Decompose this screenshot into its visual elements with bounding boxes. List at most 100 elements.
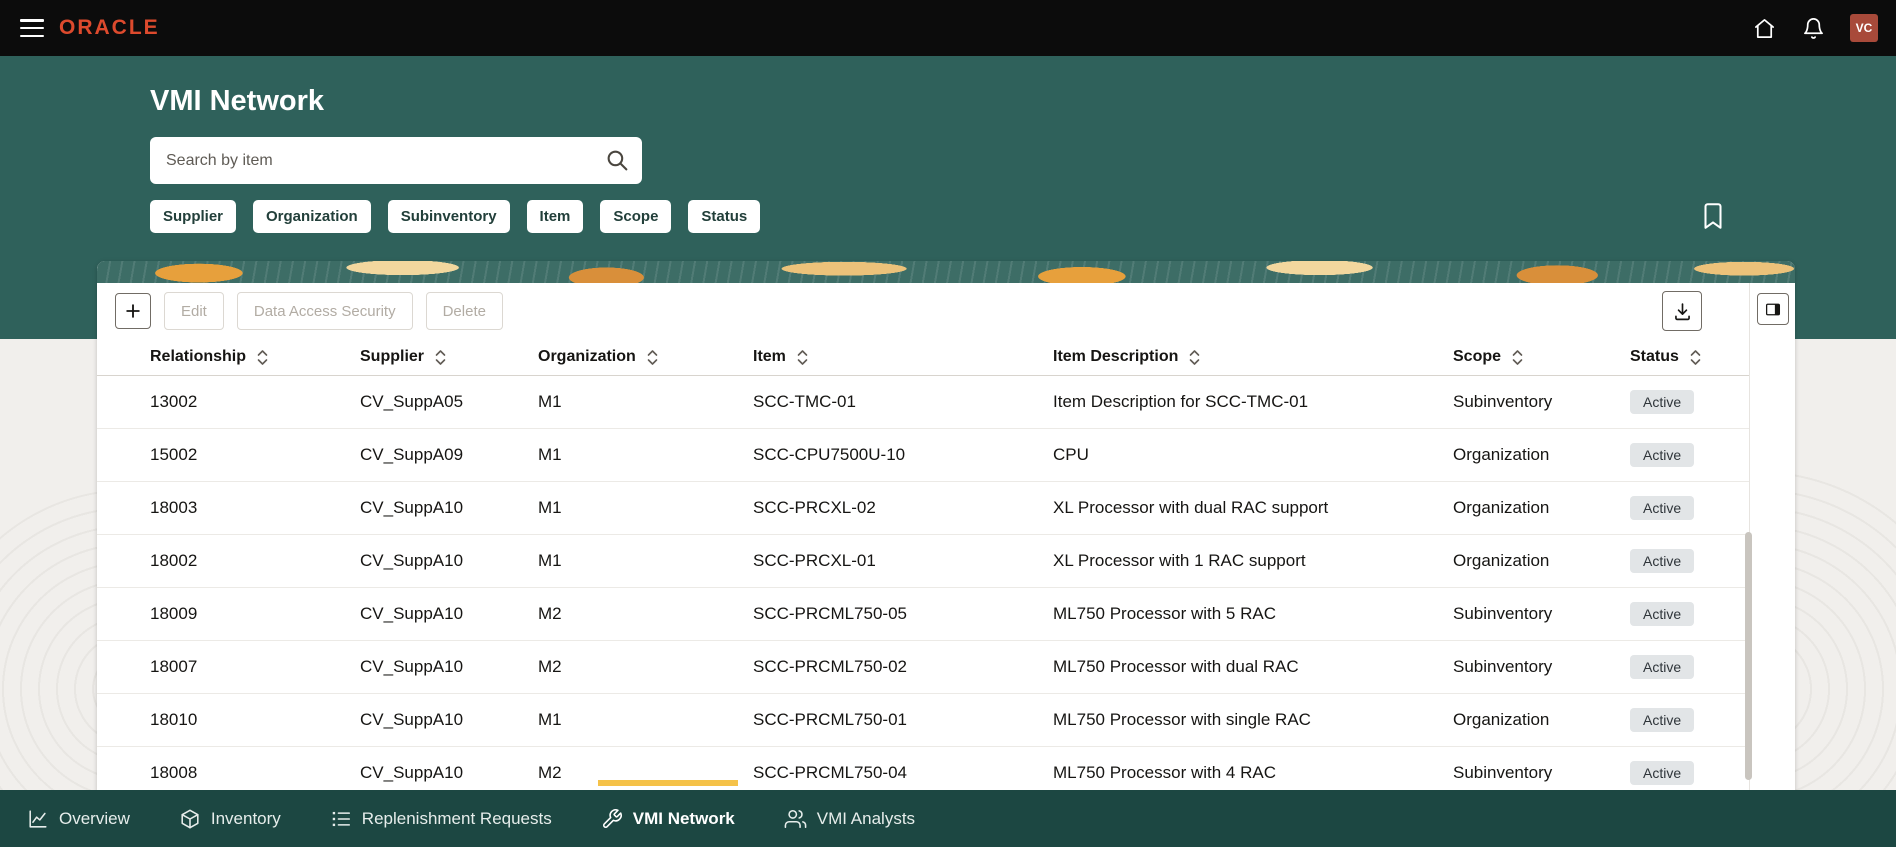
search-input[interactable] bbox=[150, 137, 642, 184]
cell-status: Active bbox=[1630, 390, 1750, 414]
column-label: Item bbox=[753, 348, 786, 365]
cell-description: XL Processor with 1 RAC support bbox=[1053, 551, 1306, 570]
filter-chip-item[interactable]: Item bbox=[526, 200, 584, 233]
sort-icon[interactable] bbox=[434, 349, 447, 366]
column-header-organization[interactable]: Organization bbox=[538, 348, 753, 366]
search-icon[interactable] bbox=[605, 148, 630, 173]
table-row[interactable]: 15002 CV_SuppA09 M1 SCC-CPU7500U-10 CPU Organ… bbox=[97, 429, 1750, 482]
table-row[interactable]: 13002 CV_SuppA05 M1 SCC-TMC-01 Item Descript… bbox=[97, 376, 1750, 429]
table-row[interactable]: 18009 CV_SuppA10 M2 SCC-PRCML750-05 ML750 Pr… bbox=[97, 588, 1750, 641]
cell-supplier: CV_SuppA09 bbox=[360, 445, 464, 464]
column-header-relationship[interactable]: Relationship bbox=[150, 348, 360, 366]
topbar: ORACLE VC bbox=[0, 0, 1896, 56]
cell-supplier: CV_SuppA10 bbox=[360, 604, 464, 623]
cell-scope: Subinventory bbox=[1453, 392, 1553, 411]
cell-description: ML750 Processor with single RAC bbox=[1053, 710, 1311, 729]
footer-nav: Overview Inventory Replenishment Requests V… bbox=[0, 780, 1896, 847]
column-header-status[interactable]: Status bbox=[1630, 348, 1750, 366]
cell-scope: Organization bbox=[1453, 710, 1550, 729]
toggle-panel-button[interactable] bbox=[1756, 293, 1789, 325]
tab-vmi-network[interactable]: VMI Network bbox=[597, 780, 738, 847]
cell-scope: Organization bbox=[1453, 551, 1550, 570]
cell-description: ML750 Processor with 5 RAC bbox=[1053, 604, 1276, 623]
delete-button[interactable]: Delete bbox=[425, 292, 503, 330]
cell-description: ML750 Processor with dual RAC bbox=[1053, 657, 1299, 676]
cell-item: SCC-CPU7500U-10 bbox=[753, 445, 906, 464]
oracle-logo: ORACLE bbox=[59, 16, 160, 39]
cell-scope: Subinventory bbox=[1453, 604, 1553, 623]
column-header-scope[interactable]: Scope bbox=[1453, 348, 1630, 366]
table-row[interactable]: 18002 CV_SuppA10 M1 SCC-PRCXL-01 XL Processo… bbox=[97, 535, 1750, 588]
cell-status: Active bbox=[1630, 708, 1750, 732]
cell-relationship: 18010 bbox=[150, 710, 198, 729]
cell-relationship: 13002 bbox=[150, 392, 198, 411]
filter-chip-subinventory[interactable]: Subinventory bbox=[387, 200, 510, 233]
sort-icon[interactable] bbox=[796, 349, 809, 366]
tab-label: Replenishment Requests bbox=[361, 808, 552, 828]
cell-supplier: CV_SuppA10 bbox=[360, 763, 464, 782]
page-title: VMI Network bbox=[150, 85, 325, 117]
cell-item: SCC-PRCXL-01 bbox=[753, 551, 876, 570]
home-icon[interactable] bbox=[1752, 16, 1776, 40]
column-label: Supplier bbox=[360, 348, 425, 365]
cell-item: SCC-PRCXL-02 bbox=[753, 498, 876, 517]
filter-chip-supplier[interactable]: Supplier bbox=[150, 200, 237, 233]
bookmark-icon[interactable] bbox=[1700, 201, 1726, 231]
tab-inventory[interactable]: Inventory bbox=[179, 790, 281, 847]
tab-overview[interactable]: Overview bbox=[27, 790, 130, 847]
tab-vmi-analysts[interactable]: VMI Analysts bbox=[784, 790, 915, 847]
table-row[interactable]: 18003 CV_SuppA10 M1 SCC-PRCXL-02 XL Processo… bbox=[97, 482, 1750, 535]
column-label: Item Description bbox=[1053, 348, 1179, 365]
line-chart-icon bbox=[27, 808, 49, 830]
table-row[interactable]: 18010 CV_SuppA10 M1 SCC-PRCML750-01 ML750 Pr… bbox=[97, 694, 1750, 747]
sort-icon[interactable] bbox=[1188, 349, 1201, 366]
cell-organization: M2 bbox=[538, 604, 562, 623]
cell-status: Active bbox=[1630, 655, 1750, 679]
vmi-network-panel: Edit Data Access Security Delete Relatio… bbox=[97, 261, 1795, 847]
cell-description: XL Processor with dual RAC support bbox=[1053, 498, 1329, 517]
notifications-bell-icon[interactable] bbox=[1801, 16, 1825, 40]
edit-button[interactable]: Edit bbox=[164, 292, 224, 330]
cell-organization: M1 bbox=[538, 445, 562, 464]
cell-supplier: CV_SuppA10 bbox=[360, 551, 464, 570]
column-header-item-description[interactable]: Item Description bbox=[1053, 348, 1453, 366]
filter-chip-organization[interactable]: Organization bbox=[253, 200, 371, 233]
column-label: Relationship bbox=[150, 348, 247, 365]
filter-chip-status[interactable]: Status bbox=[688, 200, 761, 233]
table-toolbar: Edit Data Access Security Delete bbox=[97, 283, 1750, 339]
table-scrollbar[interactable] bbox=[1745, 532, 1752, 780]
cell-item: SCC-PRCML750-04 bbox=[753, 763, 907, 782]
package-icon bbox=[179, 808, 201, 830]
sort-icon[interactable] bbox=[1511, 349, 1524, 366]
status-badge: Active bbox=[1630, 602, 1695, 626]
sort-icon[interactable] bbox=[256, 349, 269, 366]
column-header-item[interactable]: Item bbox=[753, 348, 1053, 366]
column-header-supplier[interactable]: Supplier bbox=[360, 348, 538, 366]
cell-relationship: 18009 bbox=[150, 604, 198, 623]
cell-status: Active bbox=[1630, 496, 1750, 520]
cell-item: SCC-PRCML750-01 bbox=[753, 710, 907, 729]
cell-scope: Subinventory bbox=[1453, 763, 1553, 782]
status-badge: Active bbox=[1630, 496, 1695, 520]
data-access-security-button[interactable]: Data Access Security bbox=[236, 292, 413, 330]
column-label: Status bbox=[1630, 348, 1679, 365]
tab-label: VMI Network bbox=[632, 808, 735, 828]
cell-relationship: 18008 bbox=[150, 763, 198, 782]
tab-replenishment-requests[interactable]: Replenishment Requests bbox=[330, 790, 552, 847]
people-icon bbox=[784, 808, 807, 830]
cell-organization: M2 bbox=[538, 657, 562, 676]
table-row[interactable]: 18007 CV_SuppA10 M2 SCC-PRCML750-02 ML750 Pr… bbox=[97, 641, 1750, 694]
status-badge: Active bbox=[1630, 761, 1695, 785]
hamburger-menu-icon[interactable] bbox=[20, 19, 44, 37]
cell-description: Item Description for SCC-TMC-01 bbox=[1053, 392, 1309, 411]
download-button[interactable] bbox=[1662, 291, 1702, 331]
add-relationship-button[interactable] bbox=[115, 293, 151, 329]
tab-label: VMI Analysts bbox=[816, 808, 916, 828]
tools-icon bbox=[601, 808, 623, 830]
filter-chip-scope[interactable]: Scope bbox=[600, 200, 672, 233]
cell-relationship: 18007 bbox=[150, 657, 198, 676]
sort-icon[interactable] bbox=[646, 349, 659, 366]
user-avatar[interactable]: VC bbox=[1850, 14, 1878, 42]
tab-label: Overview bbox=[59, 808, 130, 828]
sort-icon[interactable] bbox=[1689, 349, 1702, 366]
